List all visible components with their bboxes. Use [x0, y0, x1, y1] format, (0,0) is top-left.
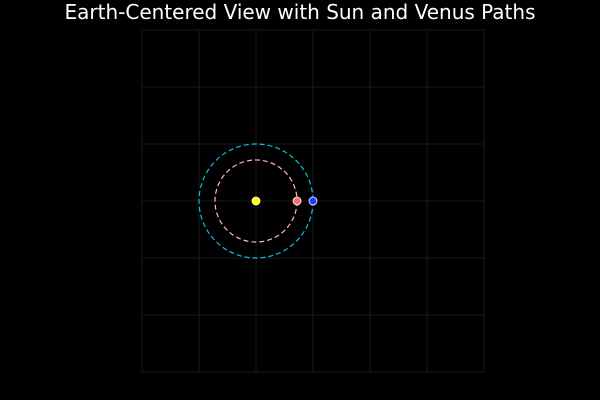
point-marker-1: [292, 196, 302, 206]
point-marker-2: [308, 196, 318, 206]
plot-area: [141, 29, 485, 373]
chart-container: Earth-Centered View with Sun and Venus P…: [0, 0, 600, 400]
point-marker-0: [251, 196, 261, 206]
